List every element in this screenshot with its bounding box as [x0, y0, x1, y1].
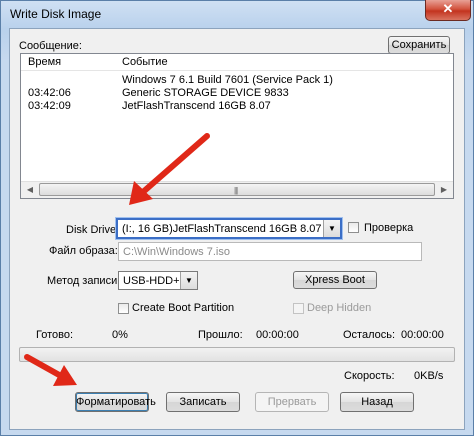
- image-file-path: C:\Win\Windows 7.iso: [123, 246, 230, 258]
- speed-label: Скорость:: [344, 370, 395, 382]
- back-button[interactable]: Назад: [340, 392, 414, 412]
- title-bar[interactable]: Write Disk Image ✕: [1, 0, 473, 27]
- speed-value: 0KB/s: [414, 370, 444, 382]
- write-method-value: USB-HDD+: [123, 275, 180, 287]
- log-event: JetFlashTranscend 16GB 8.07: [122, 100, 271, 112]
- image-file-label: Файл образа:: [49, 245, 118, 257]
- xpress-boot-button[interactable]: Xpress Boot: [293, 271, 377, 289]
- log-row[interactable]: 03:42:06 Generic STORAGE DEVICE 9833: [21, 87, 453, 99]
- log-time: 03:42:06: [28, 87, 71, 99]
- window-title: Write Disk Image: [10, 7, 102, 21]
- close-icon: ✕: [442, 1, 454, 16]
- log-time: 03:42:09: [28, 100, 71, 112]
- chevron-down-icon[interactable]: ▼: [180, 272, 197, 289]
- disk-drive-select[interactable]: (I:, 16 GB)JetFlashTranscend 16GB 8.07 ▼: [116, 218, 342, 239]
- format-button[interactable]: Форматировать: [75, 392, 156, 412]
- remaining-label: Осталось:: [343, 329, 396, 341]
- write-disk-image-window: Write Disk Image ✕ Сообщение: Сохранить …: [0, 0, 474, 436]
- horizontal-scrollbar[interactable]: ◀ ||| ▶: [21, 181, 453, 198]
- done-label: Готово:: [36, 329, 74, 341]
- grip-icon: |||: [234, 186, 238, 195]
- disk-drive-label: Disk Drive:: [66, 224, 120, 236]
- abort-button[interactable]: Прервать: [255, 392, 329, 412]
- deep-hidden-checkbox[interactable]: [293, 303, 304, 314]
- create-boot-partition-label: Create Boot Partition: [132, 302, 235, 314]
- write-button[interactable]: Записать: [166, 392, 240, 412]
- log-event: Generic STORAGE DEVICE 9833: [122, 87, 289, 99]
- dialog-body: Сообщение: Сохранить Время Событие Windo…: [9, 28, 465, 430]
- column-header-event[interactable]: Событие: [122, 56, 168, 68]
- column-header-time[interactable]: Время: [28, 56, 61, 68]
- log-header: Время Событие: [21, 54, 453, 71]
- save-log-button[interactable]: Сохранить: [388, 36, 450, 54]
- elapsed-label: Прошло:: [198, 329, 243, 341]
- write-method-select[interactable]: USB-HDD+ ▼: [118, 271, 198, 290]
- log-row[interactable]: 03:42:09 JetFlashTranscend 16GB 8.07: [21, 100, 453, 112]
- image-file-field[interactable]: C:\Win\Windows 7.iso: [118, 242, 422, 261]
- message-log-list[interactable]: Время Событие Windows 7 6.1 Build 7601 (…: [20, 53, 454, 199]
- log-event: Windows 7 6.1 Build 7601 (Service Pack 1…: [122, 74, 333, 86]
- write-progress-bar: [19, 347, 455, 362]
- verify-checkbox[interactable]: [348, 222, 359, 233]
- write-method-label: Метод записи:: [47, 275, 121, 287]
- log-group-label: Сообщение:: [19, 40, 82, 52]
- elapsed-value: 00:00:00: [256, 329, 299, 341]
- close-button[interactable]: ✕: [425, 0, 471, 21]
- scroll-right-icon[interactable]: ▶: [436, 183, 452, 197]
- scrollbar-thumb[interactable]: |||: [39, 183, 435, 196]
- create-boot-partition-checkbox[interactable]: [118, 303, 129, 314]
- done-value: 0%: [112, 329, 128, 341]
- remaining-value: 00:00:00: [401, 329, 444, 341]
- chevron-down-icon[interactable]: ▼: [323, 220, 340, 237]
- log-row[interactable]: Windows 7 6.1 Build 7601 (Service Pack 1…: [21, 74, 453, 86]
- deep-hidden-label: Deep Hidden: [307, 302, 372, 314]
- scroll-left-icon[interactable]: ◀: [22, 183, 38, 197]
- disk-drive-value: (I:, 16 GB)JetFlashTranscend 16GB 8.07: [122, 223, 322, 235]
- verify-label: Проверка: [364, 222, 414, 234]
